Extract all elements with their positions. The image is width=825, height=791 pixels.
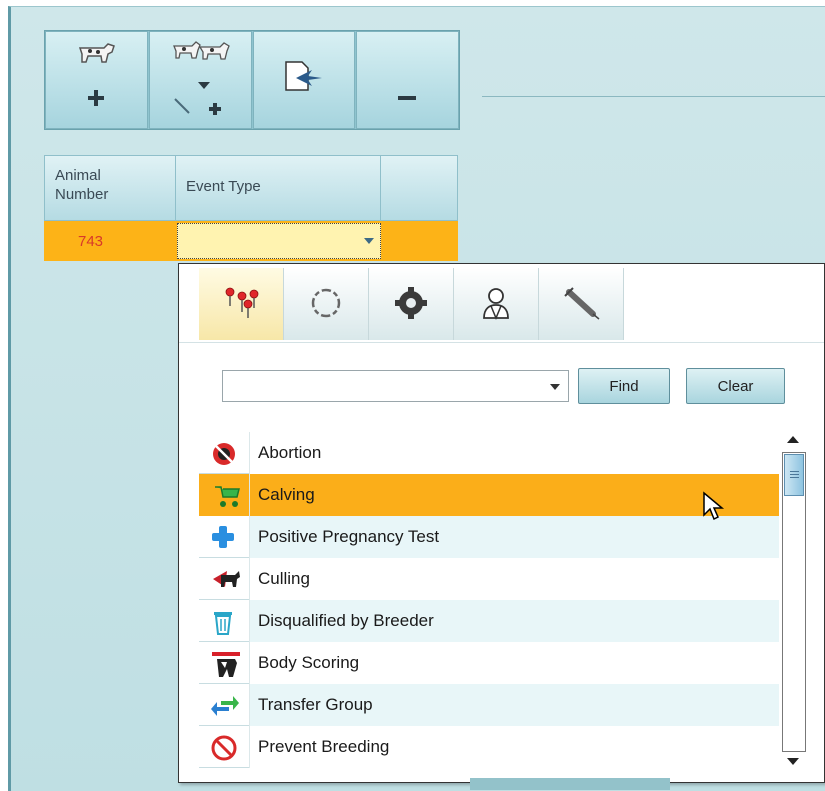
- event-label: Calving: [249, 474, 779, 516]
- scroll-track[interactable]: [782, 452, 806, 752]
- list-item[interactable]: Calving: [199, 474, 779, 516]
- blue-cross-icon: [212, 526, 234, 548]
- pushpins-icon: [225, 287, 259, 318]
- import-arrow-icon: [284, 61, 322, 91]
- cycle-arrows-icon: [311, 288, 341, 318]
- event-search-combobox[interactable]: [222, 370, 569, 402]
- event-list: Abortion Calving Positive Pregnancy Test…: [199, 432, 779, 772]
- prohibited-icon: [211, 735, 237, 761]
- event-type-popup: Find Clear Abortion Calving Positive Pre…: [178, 263, 825, 783]
- event-list-scrollbar[interactable]: [780, 432, 806, 772]
- tab-cycle[interactable]: [284, 268, 369, 340]
- list-item[interactable]: Body Scoring: [199, 642, 779, 684]
- scroll-down-arrow-icon[interactable]: [787, 758, 799, 765]
- column-extra: [381, 156, 459, 220]
- background-panel-edge: [470, 778, 670, 790]
- no-pregnancy-icon: [213, 443, 235, 465]
- remove-button[interactable]: [356, 31, 459, 129]
- table-row[interactable]: 743: [44, 221, 458, 261]
- cow-ruler-icon: [212, 652, 240, 677]
- edit-add-animals-button[interactable]: [148, 31, 252, 129]
- find-button[interactable]: Find: [578, 368, 670, 404]
- tab-settings[interactable]: [369, 268, 454, 340]
- add-animal-button[interactable]: [45, 31, 148, 129]
- cows-icon: [172, 41, 230, 60]
- event-category-tabs: [199, 268, 624, 340]
- event-label: Prevent Breeding: [249, 726, 779, 768]
- header-divider: [482, 96, 825, 97]
- scroll-up-arrow-icon[interactable]: [787, 436, 799, 443]
- search-input[interactable]: [227, 374, 541, 400]
- list-item[interactable]: Transfer Group: [199, 684, 779, 726]
- pencil-icon: [174, 98, 190, 114]
- clear-button[interactable]: Clear: [686, 368, 785, 404]
- minus-icon: [398, 96, 417, 100]
- mouse-pointer-icon: [703, 491, 725, 521]
- syringe-icon: [564, 287, 600, 320]
- chevron-down-icon: [197, 82, 210, 89]
- column-animal-number[interactable]: Animal Number: [45, 156, 176, 220]
- toolbar: [44, 30, 460, 130]
- event-label: Positive Pregnancy Test: [249, 516, 779, 558]
- swap-arrows-icon: [211, 696, 239, 716]
- grid-header: Animal Number Event Type: [44, 155, 458, 221]
- tabs-divider: [179, 342, 824, 343]
- tab-veterinarian[interactable]: [454, 268, 539, 340]
- chevron-down-icon[interactable]: [550, 384, 560, 390]
- events-grid: Animal Number Event Type 743: [44, 155, 458, 265]
- list-item[interactable]: Culling: [199, 558, 779, 600]
- animal-number-cell[interactable]: 743: [44, 221, 175, 261]
- stroller-icon: [215, 486, 240, 507]
- tab-medication[interactable]: [539, 268, 624, 340]
- chevron-down-icon[interactable]: [364, 238, 374, 244]
- list-item[interactable]: Positive Pregnancy Test: [199, 516, 779, 558]
- list-item[interactable]: Abortion: [199, 432, 779, 474]
- event-label: Culling: [249, 558, 779, 600]
- tab-pushpins[interactable]: [199, 268, 284, 340]
- veterinarian-icon: [483, 288, 509, 320]
- event-label: Body Scoring: [249, 642, 779, 684]
- cow-out-icon: [213, 571, 240, 587]
- event-label: Abortion: [249, 432, 779, 474]
- scroll-thumb[interactable]: [784, 454, 804, 496]
- import-button[interactable]: [252, 31, 356, 129]
- cow-icon: [78, 43, 115, 63]
- plus-icon: [208, 103, 221, 115]
- event-type-select[interactable]: [177, 223, 381, 259]
- column-label: Event Type: [186, 178, 261, 195]
- event-label: Transfer Group: [249, 684, 779, 726]
- column-label: Animal Number: [55, 167, 109, 203]
- event-label: Disqualified by Breeder: [249, 600, 779, 642]
- list-item[interactable]: Prevent Breeding: [199, 726, 779, 768]
- plus-icon: [88, 90, 104, 106]
- trash-bin-icon: [214, 612, 232, 635]
- column-event-type[interactable]: Event Type: [176, 156, 381, 220]
- list-item[interactable]: Disqualified by Breeder: [199, 600, 779, 642]
- gear-icon: [395, 287, 427, 319]
